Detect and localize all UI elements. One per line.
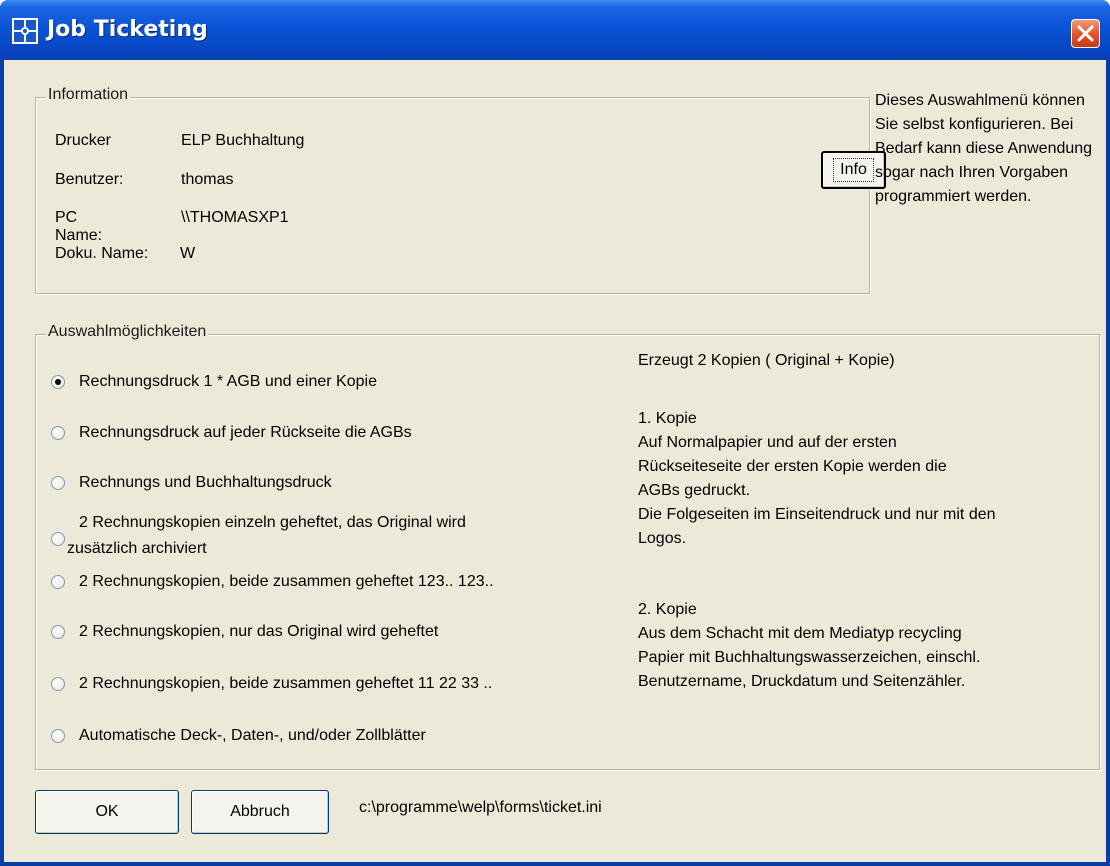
pc-name-value: \\THOMASXP1 — [181, 209, 289, 226]
option-3-radio[interactable] — [51, 476, 65, 490]
close-button[interactable] — [1071, 19, 1100, 48]
drucker-value: ELP Buchhaltung — [181, 132, 305, 149]
option-4-label-line-1[interactable]: 2 Rechnungskopien einzeln geheftet, das … — [79, 511, 466, 535]
option-5-radio[interactable] — [51, 575, 65, 589]
option-6-label[interactable]: 2 Rechnungskopien, nur das Original wird… — [79, 620, 438, 644]
option-2-label[interactable]: Rechnungsdruck auf jeder Rückseite die A… — [79, 421, 412, 445]
option-1-radio[interactable] — [51, 375, 65, 389]
information-group: Information Drucker ELP Buchhaltung Benu… — [35, 86, 886, 294]
option-1-label[interactable]: Rechnungsdruck 1 * AGB und einer Kopie — [79, 370, 377, 394]
ok-button[interactable]: OK — [35, 790, 179, 834]
option-description-copy-1: 1. Kopie Auf Normalpapier und auf der er… — [638, 410, 996, 547]
option-description-summary: Erzeugt 2 Kopien ( Original + Kopie) — [638, 352, 895, 369]
doku-name-value: W — [180, 245, 196, 262]
config-file-path: c:\programme\welp\forms\ticket.ini — [359, 799, 602, 816]
option-2-radio[interactable] — [51, 426, 65, 440]
information-legend: Information — [46, 86, 131, 104]
option-description-copy-2: 2. Kopie Aus dem Schacht mit dem Mediaty… — [638, 601, 981, 690]
dialog-body: Information Drucker ELP Buchhaltung Benu… — [4, 60, 1106, 862]
benutzer-label: Benutzer: — [55, 171, 124, 188]
doku-name-label: Doku. Name: — [55, 245, 149, 262]
option-8-radio[interactable] — [51, 729, 65, 743]
option-4-label-line-2[interactable]: zusätzlich archiviert — [67, 537, 207, 561]
pc-name-label: PC Name: — [55, 209, 103, 244]
window-title: Job Ticketing — [47, 17, 208, 42]
option-4-radio[interactable] — [51, 532, 65, 546]
configuration-note: Dieses Auswahlmenü können Sie selbst kon… — [875, 92, 1093, 205]
option-6-radio[interactable] — [51, 625, 65, 639]
option-7-label[interactable]: 2 Rechnungskopien, beide zusammen geheft… — [79, 672, 492, 696]
option-5-label[interactable]: 2 Rechnungskopien, beide zusammen geheft… — [79, 570, 494, 594]
benutzer-value: thomas — [181, 171, 234, 188]
option-3-label[interactable]: Rechnungs und Buchhaltungsdruck — [79, 471, 332, 495]
info-button-label: Info — [833, 158, 874, 182]
options-group: Auswahlmöglichkeiten Rechnungsdruck 1 * … — [35, 323, 1100, 770]
app-grid-icon — [12, 18, 38, 44]
close-icon — [1077, 25, 1094, 42]
option-7-radio[interactable] — [51, 677, 65, 691]
job-ticketing-window: Job Ticketing Information Drucker ELP Bu… — [0, 0, 1110, 866]
options-legend: Auswahlmöglichkeiten — [46, 323, 209, 341]
cancel-button[interactable]: Abbruch — [191, 790, 329, 834]
option-8-label[interactable]: Automatische Deck-, Daten-, und/oder Zol… — [79, 724, 426, 748]
drucker-label: Drucker — [55, 132, 112, 149]
title-bar[interactable]: Job Ticketing — [0, 0, 1110, 60]
